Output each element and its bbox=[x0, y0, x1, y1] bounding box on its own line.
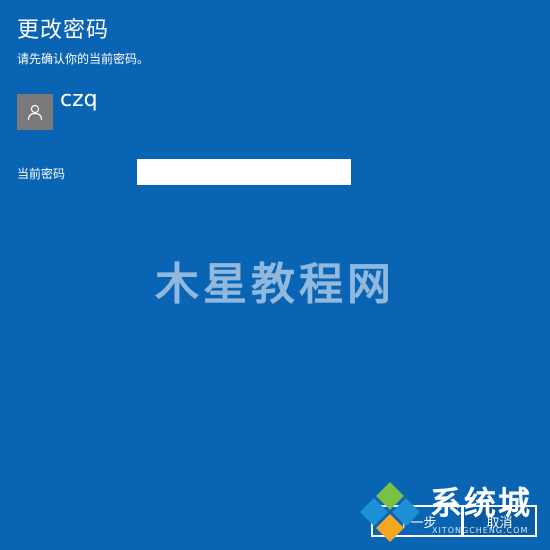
watermark-text: 木星教程网 bbox=[155, 259, 395, 310]
avatar bbox=[17, 94, 53, 130]
logo-text: 系统城 bbox=[430, 484, 533, 522]
page-title: 更改密码 bbox=[17, 18, 110, 43]
person-icon bbox=[27, 104, 43, 121]
page-subtitle: 请先确认你的当前密码。 bbox=[17, 52, 150, 66]
diamond-logo-icon bbox=[360, 482, 420, 542]
current-password-input[interactable] bbox=[137, 159, 351, 185]
site-logo: 系统城 XITONGCHENG.COM bbox=[358, 478, 548, 548]
account-username: czq bbox=[60, 87, 98, 112]
logo-subtext: XITONGCHENG.COM bbox=[432, 526, 529, 535]
current-password-label: 当前密码 bbox=[17, 167, 66, 181]
